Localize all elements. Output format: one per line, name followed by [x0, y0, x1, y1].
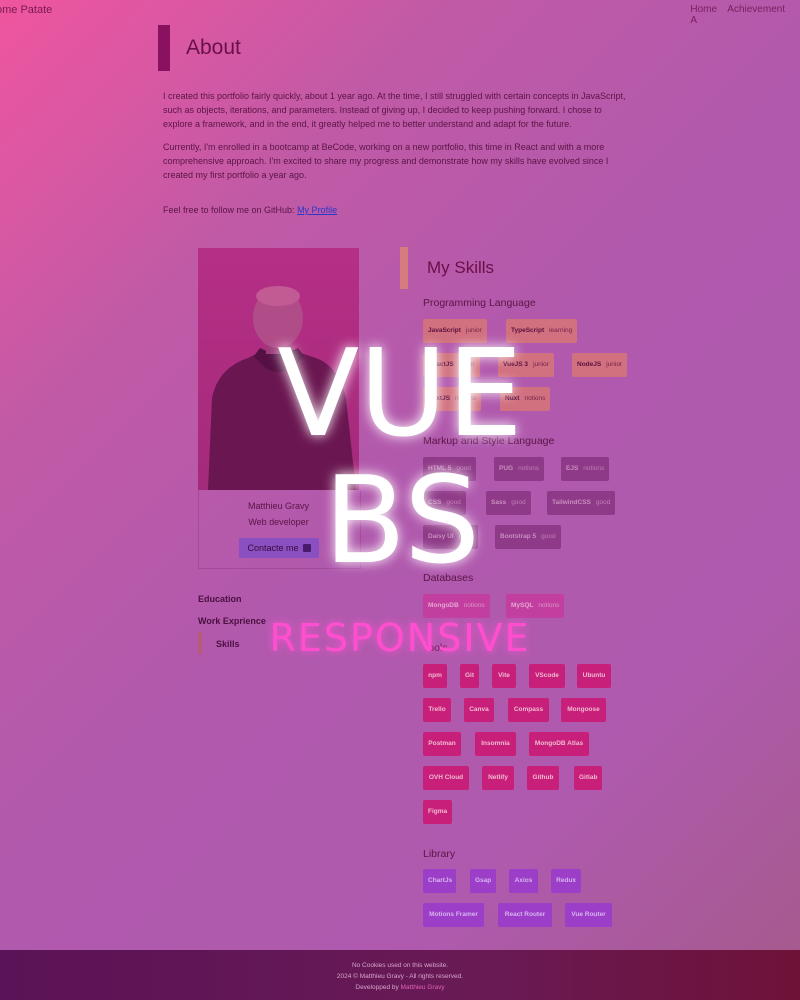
- contact-me-button[interactable]: Contacte me: [239, 538, 319, 558]
- library-badge: Axios: [509, 869, 538, 893]
- about-follow: Feel free to follow me on GitHub: My Pro…: [163, 203, 633, 217]
- skill-badge: ReactJS junior: [423, 353, 480, 377]
- category-tools: Tools: [423, 642, 448, 654]
- tool-badge: Insomnia: [475, 732, 516, 756]
- nav-link-home[interactable]: Home: [690, 4, 717, 15]
- about-paragraph-2: Currently, I'm enrolled in a bootcamp at…: [163, 142, 609, 180]
- tool-badge: Trello: [423, 698, 451, 722]
- contact-label: Contacte me: [247, 543, 299, 553]
- tool-badge: Figma: [423, 800, 452, 824]
- tool-badge: Git: [460, 664, 479, 688]
- sidebar-item-skills[interactable]: Skills: [216, 639, 240, 649]
- github-profile-link[interactable]: My Profile: [297, 205, 337, 215]
- nav-links: Home Achievement A: [690, 4, 800, 26]
- skills-accent-bar: [400, 247, 408, 289]
- profile-photo: [198, 248, 359, 490]
- tool-badge: Ubuntu: [577, 664, 611, 688]
- skill-badge: NodeJS junior: [572, 353, 628, 377]
- footer-cookies: No Cookies used on this website.: [351, 962, 449, 969]
- overlay-responsive: RESPONSIVE: [269, 616, 530, 660]
- linkedin-icon: [302, 544, 311, 552]
- tool-badge: Netlify: [482, 766, 514, 790]
- nav-link-achievement[interactable]: Achievement: [727, 4, 785, 15]
- tool-badge: Postman: [423, 732, 461, 756]
- sidebar-item-education[interactable]: Education: [198, 594, 242, 604]
- tool-badge: VScode: [529, 664, 565, 688]
- tool-badge: MongoDB Atlas: [529, 732, 589, 756]
- tool-badge: Canva: [464, 698, 494, 722]
- follow-text: Feel free to follow me on GitHub:: [163, 205, 298, 215]
- profile-name: Matthieu Gravy: [247, 501, 310, 511]
- footer-dev-link[interactable]: Matthieu Gravy: [401, 984, 445, 991]
- site-brand[interactable]: ome Patate: [0, 4, 52, 16]
- library-badge: Motions Framer: [423, 903, 484, 927]
- skill-badge: VueJS 3 junior: [498, 353, 554, 377]
- category-markup: Markup and Style Language: [423, 435, 555, 447]
- library-badge: Vue Router: [565, 903, 612, 927]
- footer-developer: Developped by Matthieu Gravy: [0, 982, 800, 993]
- nav-link-about[interactable]: A: [690, 15, 697, 26]
- library-badge: React Router: [498, 903, 552, 927]
- tool-badge: Vite: [492, 664, 516, 688]
- footer-dev-prefix: Developped by: [355, 984, 401, 991]
- skill-badge: Sass good: [486, 491, 531, 515]
- tool-badge: Compass: [508, 698, 549, 722]
- footer: No Cookies used on this website. 2024 © …: [0, 950, 800, 1000]
- library-badge: Gsap: [470, 869, 496, 893]
- skill-badge: MongoDB notions: [423, 594, 490, 618]
- tool-badge: npm: [423, 664, 447, 688]
- footer-copyright: 2024 © Matthieu Gravy - All rights reser…: [336, 973, 464, 980]
- sidebar-item-work[interactable]: Work Exprience: [198, 616, 266, 626]
- tool-badge: Gitlab: [574, 766, 602, 790]
- skill-badge: Daisy UI good: [423, 525, 479, 549]
- skill-badge: Bootstrap 5 good: [495, 525, 561, 549]
- category-library: Library: [423, 848, 456, 860]
- tool-badge: Github: [527, 766, 559, 790]
- library-badge: Redux: [551, 869, 581, 893]
- skill-badge: TypeScript learning: [506, 319, 578, 343]
- library-badge: ChartJs: [423, 869, 456, 893]
- skill-badge: HTML 5 good: [423, 457, 476, 481]
- skill-badge: NextJS notions: [423, 387, 482, 411]
- about-paragraph-1: I created this portfolio fairly quickly,…: [163, 91, 626, 129]
- skill-badge: JavaScript junior: [423, 319, 487, 343]
- skill-badge: CSS good: [423, 491, 466, 515]
- skill-badge: EJS notions: [561, 457, 610, 481]
- about-accent-bar: [158, 25, 170, 71]
- top-navbar: ome Patate Home Achievement A: [0, 0, 800, 26]
- category-databases: Databases: [423, 572, 474, 584]
- skill-badge: MySQL notions: [506, 594, 565, 618]
- profile-role: Web developer: [248, 517, 309, 527]
- sidebar-active-indicator: [198, 632, 202, 654]
- skill-badge: Nuxt notions: [500, 387, 551, 411]
- skills-title: My Skills: [427, 258, 495, 277]
- tool-badge: Mongoose: [561, 698, 606, 722]
- skill-badge: PUG notions: [494, 457, 545, 481]
- about-title: About: [186, 36, 241, 59]
- skill-badge: TailwindCSS good: [547, 491, 616, 515]
- category-programming: Programming Language: [423, 297, 536, 309]
- tool-badge: OVH Cloud: [423, 766, 469, 790]
